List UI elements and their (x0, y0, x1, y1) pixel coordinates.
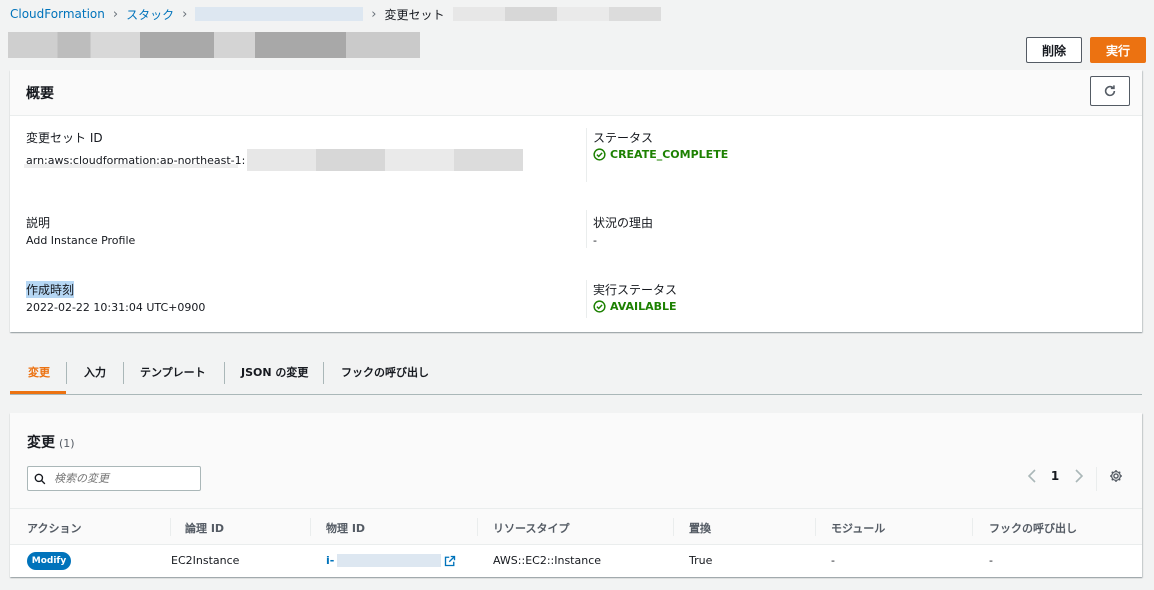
column-header-module[interactable]: モジュール (831, 520, 885, 536)
physical-id-redacted (337, 554, 442, 567)
chevron-right-icon: › (112, 6, 119, 22)
changes-header: 変更 (1) 1 (10, 413, 1142, 508)
chevron-right-icon: › (182, 6, 188, 22)
refresh-button[interactable] (1090, 76, 1130, 106)
created-time-label: 作成時刻 (26, 281, 75, 298)
hooks-cell: - (989, 554, 993, 567)
description-label: 説明 (26, 216, 51, 230)
tab-hook-invocations[interactable]: フックの呼び出し (341, 357, 429, 387)
page-title-redacted (8, 32, 420, 58)
column-separator (673, 518, 674, 536)
tab-separator (66, 362, 67, 384)
tab-changes[interactable]: 変更 (28, 357, 50, 387)
page-number-1[interactable]: 1 (1048, 469, 1062, 483)
column-header-logical-id[interactable]: 論理 ID (185, 520, 224, 536)
column-separator (815, 518, 816, 536)
physical-id-cell[interactable]: i- (326, 554, 456, 567)
logical-id-cell: EC2Instance (171, 554, 240, 567)
tab-separator (123, 362, 124, 384)
execution-status-text: AVAILABLE (610, 300, 677, 313)
previous-page-button[interactable] (1024, 469, 1040, 483)
column-header-replacement[interactable]: 置換 (689, 520, 711, 536)
tab-json-changes[interactable]: JSON の変更 (241, 357, 308, 387)
replacement-cell: True (689, 554, 713, 567)
column-header-physical-id[interactable]: 物理 ID (326, 520, 365, 536)
tab-separator (323, 362, 324, 384)
check-circle-icon (593, 148, 606, 161)
check-circle-icon (593, 300, 606, 313)
execution-status-label: 実行ステータス (593, 283, 678, 297)
changeset-id-redacted (247, 149, 524, 171)
status-value: CREATE_COMPLETE (593, 148, 728, 161)
preferences-button[interactable] (1107, 469, 1125, 483)
breadcrumb-stacks[interactable]: スタック (126, 6, 174, 23)
action-badge-modify: Modify (27, 552, 71, 570)
overview-header: 概要 (10, 70, 1142, 116)
overview-title: 概要 (26, 86, 54, 102)
search-icon (34, 473, 46, 484)
changes-title: 変更 (27, 435, 55, 451)
chevron-right-icon: › (371, 6, 377, 22)
changes-count: (1) (59, 437, 75, 450)
column-separator (972, 518, 973, 536)
tab-inputs[interactable]: 入力 (84, 357, 106, 387)
tab-template[interactable]: テンプレート (140, 357, 206, 387)
refresh-icon (1104, 85, 1116, 97)
table-header: アクション 論理 ID 物理 ID リソースタイプ 置換 モジュール フックの呼… (10, 508, 1142, 545)
changes-title-wrap: 変更 (1) (27, 432, 75, 452)
column-divider (586, 210, 587, 248)
resource-type-cell: AWS::EC2::Instance (493, 554, 602, 567)
search-field[interactable] (27, 466, 201, 491)
execution-status-value: AVAILABLE (593, 300, 677, 313)
search-input[interactable] (52, 471, 192, 486)
gear-icon (1110, 470, 1122, 482)
created-time-value: 2022-02-22 10:31:04 UTC+0900 (26, 301, 206, 314)
tab-bar: 変更 入力 テンプレート JSON の変更 フックの呼び出し (10, 357, 1142, 395)
physical-id-link[interactable]: i- (326, 554, 334, 567)
changeset-id-label: 変更セット ID (26, 131, 103, 145)
column-separator (170, 518, 171, 536)
status-label: ステータス (593, 131, 654, 145)
description-value: Add Instance Profile (26, 234, 136, 247)
execute-button[interactable]: 実行 (1090, 37, 1146, 63)
chevron-left-icon (1027, 469, 1036, 483)
next-page-button[interactable] (1071, 469, 1087, 483)
breadcrumb-current: 変更セット (384, 7, 445, 22)
status-reason-label: 状況の理由 (593, 216, 654, 230)
column-divider (586, 128, 587, 182)
breadcrumb: CloudFormation › スタック › › 変更セット (10, 6, 661, 22)
breadcrumb-changeset-name-redacted (452, 7, 661, 21)
changes-panel: 変更 (1) 1 (10, 413, 1142, 577)
external-link-icon[interactable] (444, 555, 456, 567)
column-separator (310, 518, 311, 536)
delete-button[interactable]: 削除 (1026, 37, 1082, 63)
status-reason-value: - (593, 234, 597, 247)
column-separator (477, 518, 478, 536)
module-cell: - (831, 554, 835, 567)
column-header-resource-type[interactable]: リソースタイプ (493, 520, 569, 536)
changeset-id-redacted-line (24, 164, 238, 168)
chevron-right-icon (1075, 469, 1084, 483)
column-header-action[interactable]: アクション (27, 520, 81, 536)
breadcrumb-cloudformation[interactable]: CloudFormation (10, 7, 105, 21)
table-row: Modify EC2Instance i- AWS::EC2::Instance… (10, 545, 1142, 577)
pager-divider (1096, 467, 1097, 491)
column-header-hooks[interactable]: フックの呼び出し (989, 520, 1077, 536)
active-tab-indicator (10, 391, 66, 394)
overview-panel: 概要 変更セット ID arn:aws:cloudformation:ap-no… (10, 70, 1142, 332)
column-divider (586, 280, 587, 318)
status-text: CREATE_COMPLETE (610, 148, 729, 161)
breadcrumb-stack-name-redacted[interactable] (195, 7, 364, 21)
tab-separator (224, 362, 225, 384)
